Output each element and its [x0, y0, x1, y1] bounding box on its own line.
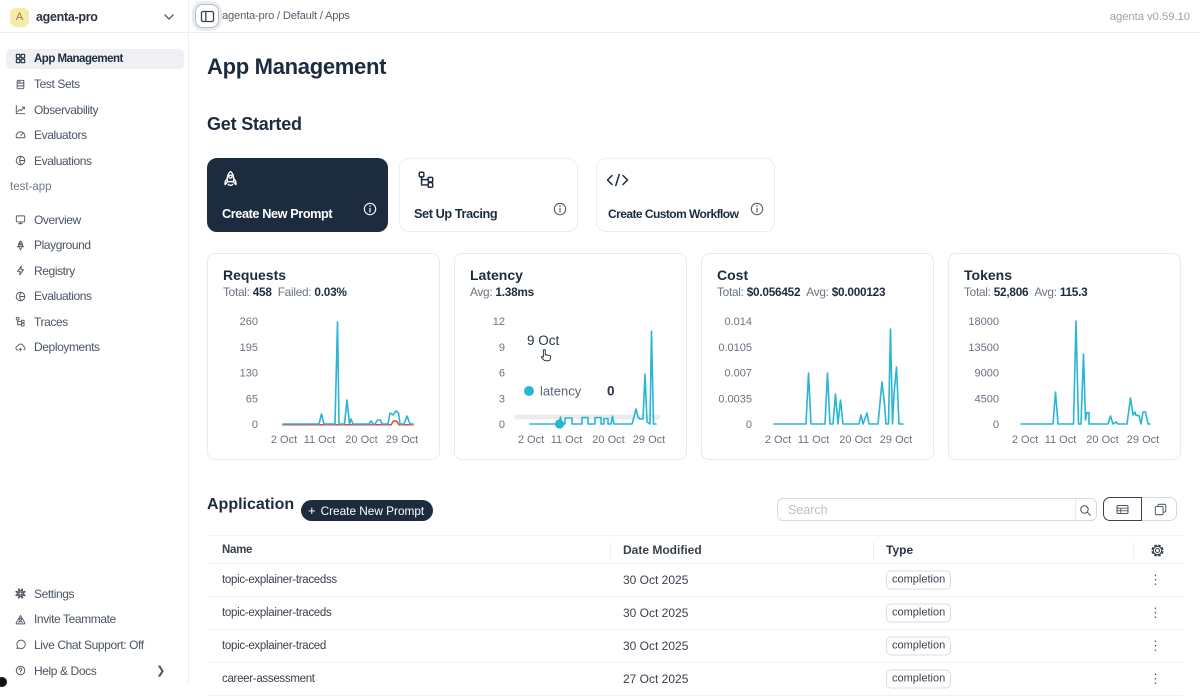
svg-text:9000: 9000 [975, 368, 999, 380]
svg-text:0.014: 0.014 [724, 316, 752, 328]
svg-text:29 Oct: 29 Oct [633, 434, 665, 446]
svg-text:13500: 13500 [968, 342, 999, 354]
svg-text:20 Oct: 20 Oct [592, 434, 624, 446]
svg-text:11 Oct: 11 Oct [798, 434, 830, 446]
svg-text:6: 6 [499, 368, 505, 380]
svg-text:2 Oct: 2 Oct [1012, 434, 1038, 446]
svg-text:9 Oct: 9 Oct [527, 333, 560, 348]
svg-text:65: 65 [246, 393, 258, 405]
svg-text:11 Oct: 11 Oct [304, 434, 336, 446]
svg-text:3: 3 [499, 393, 505, 405]
svg-text:29 Oct: 29 Oct [1127, 434, 1159, 446]
svg-text:12: 12 [493, 316, 505, 328]
svg-text:2 Oct: 2 Oct [765, 434, 791, 446]
svg-text:0: 0 [607, 384, 615, 399]
svg-text:195: 195 [240, 342, 258, 354]
svg-text:0: 0 [993, 419, 999, 431]
svg-text:0.007: 0.007 [724, 368, 752, 380]
svg-text:29 Oct: 29 Oct [386, 434, 418, 446]
svg-text:260: 260 [240, 316, 258, 328]
svg-text:4500: 4500 [975, 393, 999, 405]
svg-text:0: 0 [746, 419, 752, 431]
svg-text:9: 9 [499, 342, 505, 354]
svg-text:0: 0 [252, 419, 258, 431]
svg-text:29 Oct: 29 Oct [880, 434, 912, 446]
svg-text:0: 0 [499, 419, 505, 431]
svg-text:20 Oct: 20 Oct [839, 434, 871, 446]
svg-text:0.0105: 0.0105 [718, 342, 752, 354]
svg-text:11 Oct: 11 Oct [551, 434, 583, 446]
svg-text:11 Oct: 11 Oct [1045, 434, 1077, 446]
svg-text:20 Oct: 20 Oct [1086, 434, 1118, 446]
svg-text:0.0035: 0.0035 [718, 393, 752, 405]
svg-text:2 Oct: 2 Oct [271, 434, 297, 446]
svg-text:latency: latency [540, 384, 582, 399]
svg-text:18000: 18000 [968, 316, 999, 328]
svg-text:2 Oct: 2 Oct [518, 434, 544, 446]
svg-text:20 Oct: 20 Oct [345, 434, 377, 446]
svg-text:130: 130 [240, 368, 258, 380]
